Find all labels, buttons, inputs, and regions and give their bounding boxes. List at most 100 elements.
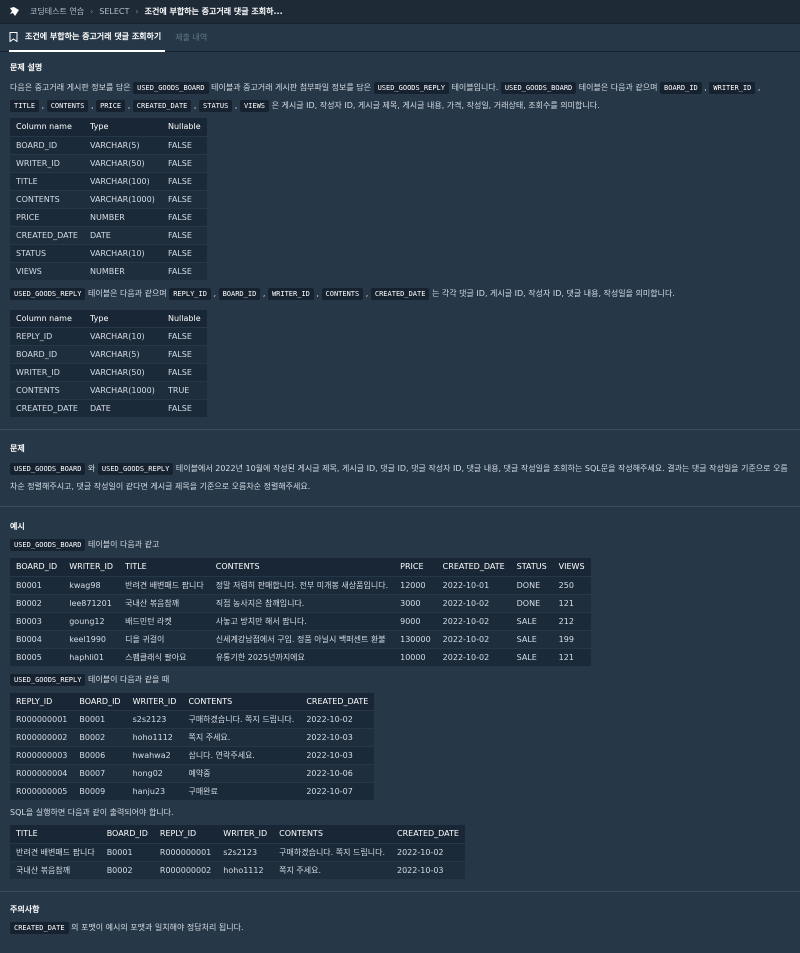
inline-code: USED_GOODS_BOARD (500, 82, 577, 94)
description-title: 문제 설명 (10, 63, 43, 72)
table-header: REPLY_ID (10, 692, 74, 711)
table-row: 반려견 배변패드 팝니다 B0001 R000000001 s2s2123 구매하겠습니… (10, 843, 465, 862)
inline-code: STATUS (199, 100, 233, 112)
table-row: B0004 keel1990 디올 귀걸이 신세계강남점에서 구입. 정품 아닐시 백… (10, 630, 591, 649)
table-header: WRITER_ID (126, 692, 183, 711)
table-cell: 130000 (394, 630, 437, 649)
table-header: Column name (10, 309, 84, 328)
tab-problem[interactable]: 조건에 부합하는 중고거래 댓글 조회하기 (9, 24, 166, 52)
paragraph-text: 테이블은 다음과 같으며 (578, 83, 658, 92)
table-cell: REPLY_ID (10, 327, 84, 346)
table-cell: B0007 (73, 764, 127, 783)
table-cell: R000000004 (10, 764, 74, 783)
table-header: Type (84, 118, 162, 137)
table-header-row: Column name Type Nullable (10, 309, 207, 328)
table-cell: R000000001 (10, 710, 74, 729)
table-cell: VARCHAR(50) (84, 154, 162, 173)
inline-code: WRITER_ID (709, 82, 756, 94)
table-cell: 10000 (394, 648, 437, 667)
section-divider (0, 429, 800, 430)
table-cell: 유통기한 2025년까지에요 (209, 648, 395, 667)
problem-content: 문제 설명 다음은 중고거래 게시판 정보를 담은 USED_GOODS_BOA… (0, 62, 800, 937)
table-cell: 국내산 볶음참깨 (119, 594, 210, 613)
table-cell: hwahwa2 (126, 746, 183, 765)
table-cell: TRUE (162, 381, 207, 400)
table-cell: hoho1112 (217, 861, 274, 880)
table-cell: DONE (510, 594, 553, 613)
table-cell: 2022-10-02 (436, 612, 511, 631)
table-cell: FALSE (162, 262, 207, 281)
table-header: CONTENTS (273, 825, 391, 844)
bookmark-icon[interactable] (9, 31, 18, 42)
reply-schema-intro: USED_GOODS_REPLY 테이블은 다음과 같으며 REPLY_ID ,… (10, 285, 790, 303)
table-row: CREATED_DATE DATE FALSE (10, 226, 207, 245)
table-cell: B0003 (10, 612, 64, 631)
table-cell: 구매완료 (182, 782, 301, 801)
inline-code: CONTENTS (46, 100, 89, 112)
table-header: Nullable (162, 309, 207, 328)
table-cell: FALSE (162, 327, 207, 346)
table-cell: FALSE (162, 154, 207, 173)
table-cell: 121 (552, 594, 591, 613)
example-board-table: BOARD_ID WRITER_ID TITLE CONTENTS PRICE … (10, 558, 591, 667)
table-cell: CONTENTS (10, 190, 84, 209)
table-row: R000000002 B0002 hoho1112 쪽지 주세요. 2022-10-03 (10, 728, 375, 747)
table-cell: B0002 (10, 594, 64, 613)
example-reply-intro: USED_GOODS_REPLY 테이블이 다음과 같을 때 (10, 671, 790, 689)
table-row: 국내산 볶음참깨 B0002 R000000002 hoho1112 쪽지 주세요. 20… (10, 861, 465, 880)
inline-code: CREATED_DATE (10, 921, 69, 934)
table-cell: R000000001 (153, 843, 218, 862)
paragraph-text: 는 각각 댓글 ID, 게시글 ID, 작성자 ID, 댓글 내용, 작성일을 … (432, 288, 675, 298)
table-cell: CONTENTS (10, 381, 84, 400)
breadcrumb-coding-test[interactable]: 코딩테스트 연습 (30, 6, 84, 17)
inline-code: USED_GOODS_BOARD (133, 82, 209, 94)
table-cell: hanju23 (126, 782, 183, 801)
table-cell: 2022-10-07 (300, 782, 375, 801)
table-header: CREATED_DATE (391, 825, 465, 844)
board-schema-table: Column name Type Nullable BOARD_ID VARCHA… (10, 118, 207, 281)
reply-schema-table: Column name Type Nullable REPLY_ID VARCHA… (10, 309, 207, 418)
breadcrumb-current: 조건에 부합하는 중고거래 댓글 조회하... (144, 7, 283, 16)
table-cell: VARCHAR(50) (84, 363, 162, 382)
table-cell: 스팸클래식 팔아요 (119, 648, 210, 667)
breadcrumb-select[interactable]: SELECT (99, 7, 129, 16)
notes-title: 주의사항 (10, 904, 40, 914)
chevron-right-icon: › (135, 7, 139, 16)
chevron-right-icon: › (90, 7, 94, 16)
table-cell: s2s2123 (126, 710, 183, 729)
table-cell: 반려견 배변패드 팝니다 (10, 843, 101, 862)
inline-code: USED_GOODS_REPLY (373, 82, 450, 94)
table-cell: kwag98 (63, 576, 120, 595)
table-cell: B0006 (73, 746, 127, 765)
table-cell: 쪽지 주세요. (273, 861, 391, 880)
table-row: BOARD_ID VARCHAR(5) FALSE (10, 136, 207, 155)
example-result-table: TITLE BOARD_ID REPLY_ID WRITER_ID CONTEN… (10, 825, 465, 880)
table-cell: WRITER_ID (10, 154, 84, 173)
table-cell: DONE (510, 576, 553, 595)
table-cell: WRITER_ID (10, 363, 84, 382)
table-cell: VARCHAR(10) (84, 327, 162, 346)
table-header: BOARD_ID (10, 558, 64, 577)
table-header: STATUS (510, 558, 553, 577)
table-cell: NUMBER (84, 208, 162, 227)
table-row: R000000001 B0001 s2s2123 구매하겠습니다. 쪽지 드립니다. 2… (10, 710, 375, 729)
programmers-logo-icon[interactable] (9, 6, 20, 17)
table-cell: B0009 (73, 782, 127, 801)
tab-submissions[interactable]: 제출 내역 (175, 24, 207, 52)
table-row: B0001 kwag98 반려견 배변패드 팝니다 정말 저렴히 판매합니다. 전부 … (10, 576, 591, 595)
table-cell: R000000002 (10, 728, 74, 747)
paragraph-text: 의 포맷이 예시의 포맷과 일치해야 정답처리 됩니다. (71, 922, 244, 932)
table-header: BOARD_ID (100, 825, 154, 844)
table-cell: FALSE (162, 208, 207, 227)
table-cell: VARCHAR(1000) (84, 190, 162, 209)
table-cell: 정말 저렴히 판매합니다. 전부 미개봉 새상품입니다. (209, 576, 395, 595)
table-cell: CREATED_DATE (10, 226, 84, 245)
example-title: 예시 (10, 522, 25, 531)
inline-code: PRICE (96, 100, 126, 112)
paragraph-text: 테이블이 다음과 같고 (87, 540, 160, 549)
table-row: CONTENTS VARCHAR(1000) TRUE (10, 381, 207, 400)
table-cell: 반려견 배변패드 팝니다 (119, 576, 210, 595)
paragraph-text: 테이블이 다음과 같을 때 (87, 674, 170, 684)
table-row: WRITER_ID VARCHAR(50) FALSE (10, 154, 207, 173)
table-cell: B0005 (10, 648, 64, 667)
